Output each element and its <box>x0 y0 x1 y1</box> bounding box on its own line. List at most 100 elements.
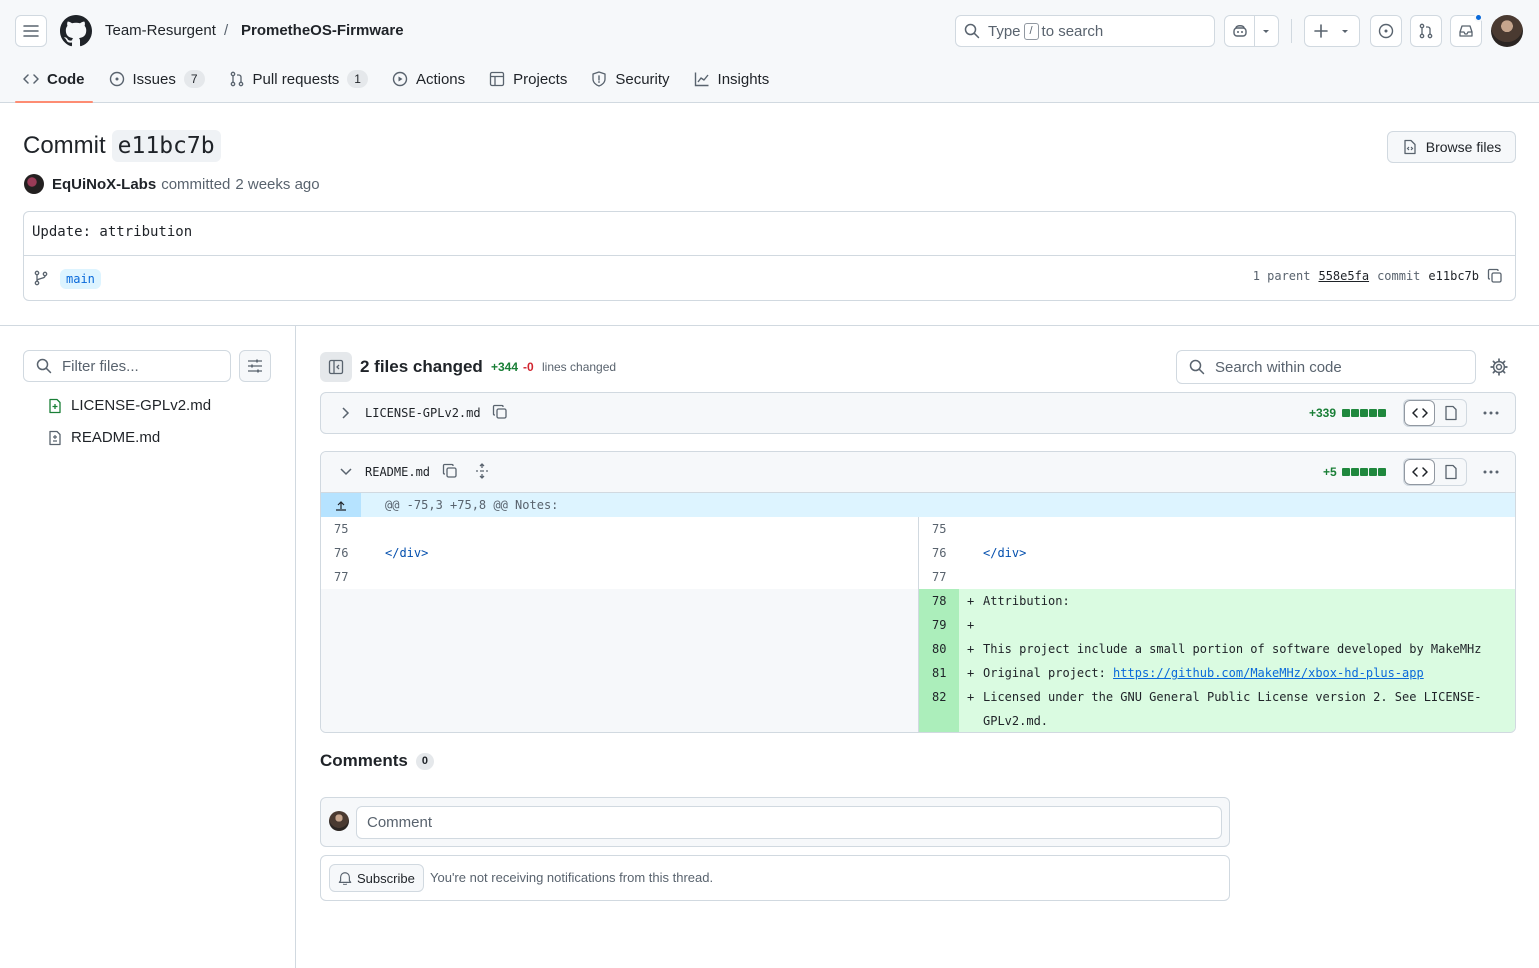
kebab-menu-icon[interactable] <box>1481 405 1501 421</box>
line-number[interactable]: 76 <box>321 541 361 565</box>
tab-security[interactable]: Security <box>583 62 677 96</box>
issues-button[interactable] <box>1370 15 1402 47</box>
user-avatar[interactable] <box>1491 15 1523 47</box>
breadcrumb-owner[interactable]: Team-Resurgent <box>105 22 216 40</box>
tab-code[interactable]: Code <box>15 62 93 103</box>
line-number[interactable]: 77 <box>321 565 361 589</box>
gear-icon[interactable] <box>1490 358 1508 376</box>
expand-all-icon[interactable] <box>475 463 489 479</box>
file-icon <box>1444 405 1457 421</box>
parent-count: 1 parent <box>1252 269 1311 283</box>
sidebar-divider <box>295 326 296 968</box>
subscribe-button[interactable]: Subscribe <box>329 864 424 892</box>
page-title: Commit e11bc7b <box>23 130 221 162</box>
tab-issues[interactable]: Issues 7 <box>101 62 213 96</box>
subscription-status: You're not receiving notifications from … <box>430 870 714 885</box>
line-number[interactable]: 79 <box>919 613 959 637</box>
kebab-menu-icon[interactable] <box>1481 464 1501 480</box>
copilot-button[interactable] <box>1224 15 1279 47</box>
menu-button[interactable] <box>15 15 47 47</box>
code-view-button[interactable] <box>1404 459 1436 485</box>
line-number[interactable]: 81 <box>919 661 959 685</box>
header-divider <box>1291 19 1292 43</box>
section-divider <box>0 325 1539 326</box>
sidebar-collapse-icon <box>328 359 344 375</box>
tab-label: Code <box>47 70 85 88</box>
view-toggle <box>1403 458 1467 486</box>
line-number[interactable]: 76 <box>919 541 959 565</box>
browse-files-button[interactable]: Browse files <box>1387 131 1516 163</box>
code-line: This project include a small portion of … <box>983 642 1482 656</box>
app-header: Team-Resurgent / PrometheOS-Firmware Typ… <box>0 0 1539 103</box>
search-within-code-input[interactable]: Search within code <box>1176 350 1476 384</box>
line-number[interactable]: 75 <box>321 517 361 541</box>
file-name[interactable]: LICENSE-GPLv2.md <box>365 406 481 420</box>
tab-label: Insights <box>717 70 770 88</box>
file-additions: +339 <box>1309 406 1337 420</box>
code-text: Original project: <box>983 666 1114 680</box>
pull-requests-button[interactable] <box>1410 15 1442 47</box>
code-line: Licensed under the GNU General Public Li… <box>983 690 1482 704</box>
file-view-button[interactable] <box>1435 459 1466 485</box>
diff-row-added: 82 + Licensed under the GNU General Publ… <box>919 685 1515 732</box>
branch-label[interactable]: main <box>60 269 101 289</box>
file-header: README.md +5 <box>321 452 1515 493</box>
code-line: Original project: https://github.com/Mak… <box>983 661 1424 685</box>
file-tree-item[interactable]: README.md <box>47 429 160 446</box>
file-header: LICENSE-GPLv2.md +339 <box>320 392 1516 434</box>
copy-icon[interactable] <box>492 404 508 420</box>
author-name[interactable]: EqUiNoX-Labs <box>52 176 156 193</box>
toggle-file-tree-button[interactable] <box>320 352 352 382</box>
tab-actions[interactable]: Actions <box>384 62 473 96</box>
copy-icon[interactable] <box>1487 268 1503 284</box>
create-new-button[interactable] <box>1304 15 1360 47</box>
line-number[interactable]: 77 <box>919 565 959 589</box>
copy-icon[interactable] <box>442 463 458 479</box>
author-avatar[interactable] <box>24 174 44 194</box>
copilot-icon <box>1233 25 1247 37</box>
file-tree-item[interactable]: LICENSE-GPLv2.md <box>47 397 211 414</box>
file-view-button[interactable] <box>1435 400 1466 426</box>
file-tree-label: LICENSE-GPLv2.md <box>71 397 212 414</box>
filter-options-button[interactable] <box>239 350 271 382</box>
code-view-button[interactable] <box>1404 400 1436 426</box>
plus-icon <box>1314 24 1328 38</box>
github-mark-icon <box>60 15 92 47</box>
issue-icon <box>1378 23 1394 39</box>
line-number[interactable]: 80 <box>919 637 959 661</box>
shield-icon <box>592 71 606 87</box>
code-icon <box>23 74 39 84</box>
filter-files-input[interactable]: Filter files... <box>23 350 231 382</box>
chevron-right-icon[interactable] <box>339 406 351 420</box>
parent-sha-link[interactable]: 558e5fa <box>1318 269 1369 283</box>
code-line: </div> <box>385 546 429 560</box>
chevron-down-icon[interactable] <box>339 466 353 478</box>
avatar <box>329 811 349 831</box>
line-number[interactable]: 75 <box>919 517 959 541</box>
diff-row: 76 </div> 76 </div> <box>321 541 1515 565</box>
global-search-input[interactable]: Type / to search <box>955 15 1215 47</box>
breadcrumb-repo[interactable]: PrometheOS-Firmware <box>241 22 404 40</box>
code-link[interactable]: https://github.com/MakeMHz/xbox-hd-plus-… <box>1113 666 1424 680</box>
tab-pull-requests[interactable]: Pull requests 1 <box>221 62 376 96</box>
diffstat-blocks <box>1342 468 1387 476</box>
search-shortcut-key: / <box>1023 22 1039 40</box>
inbox-icon <box>1459 25 1473 37</box>
file-name[interactable]: README.md <box>365 465 430 479</box>
code-icon <box>1411 408 1428 418</box>
tab-projects[interactable]: Projects <box>481 62 575 96</box>
expand-up-button[interactable] <box>321 493 361 517</box>
commit-message-box: Update: attribution main 1 parent 558e5f… <box>23 211 1516 301</box>
search-code-placeholder: Search within code <box>1215 358 1342 376</box>
code-line-wrap: GPLv2.md. <box>983 714 1049 728</box>
commit-title-prefix: Commit <box>23 132 106 159</box>
issue-icon <box>109 71 124 87</box>
line-number[interactable]: 82 <box>919 685 959 709</box>
comment-input[interactable]: Comment <box>356 806 1222 839</box>
tab-insights[interactable]: Insights <box>686 62 778 96</box>
line-number[interactable]: 78 <box>919 589 959 613</box>
lines-changed-label: lines changed <box>542 360 617 374</box>
code-line: </div> <box>983 546 1027 560</box>
github-logo[interactable] <box>60 15 92 47</box>
diff-row-added: 79 + <box>919 613 1515 637</box>
